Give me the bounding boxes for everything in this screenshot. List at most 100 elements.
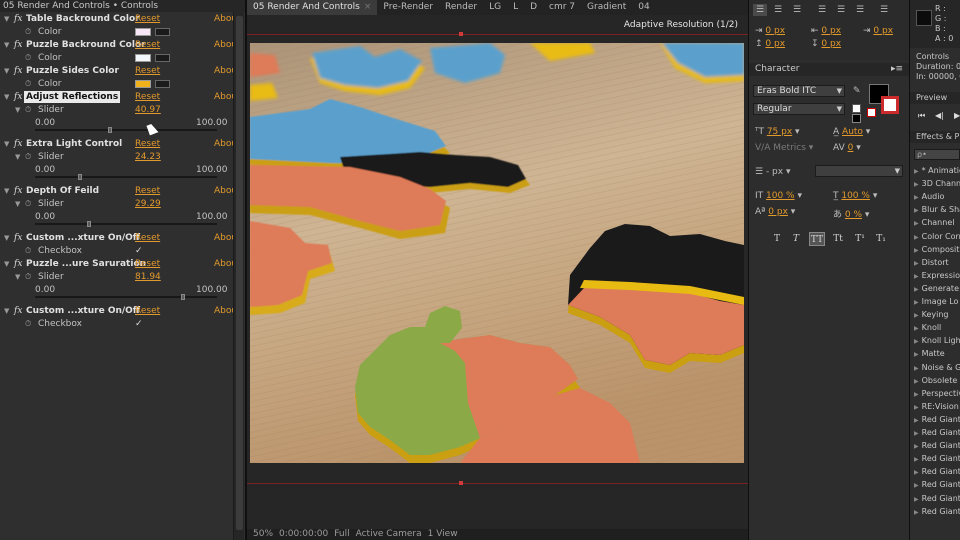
fx-toggle-icon[interactable]: fx [14, 39, 22, 51]
all-caps-button[interactable]: TT [809, 232, 825, 246]
eyedropper-icon[interactable] [155, 80, 170, 88]
expand-triangle-icon[interactable]: ▶ [914, 220, 919, 227]
slider-track[interactable] [35, 127, 217, 133]
expand-triangle-icon[interactable]: ▶ [914, 378, 919, 385]
reset-link[interactable]: Reset [135, 13, 160, 25]
expand-triangle-icon[interactable]: ▶ [914, 443, 919, 450]
color-swatch[interactable] [135, 54, 151, 62]
effect-header[interactable]: ▼ fx Puzzle ...ure Saruration Reset Abou [0, 258, 237, 270]
expand-triangle-icon[interactable]: ▶ [914, 312, 919, 319]
effects-category-item[interactable]: ▶ Knoll Ligh [914, 334, 960, 348]
expand-triangle-icon[interactable]: ▶ [914, 391, 919, 398]
justify-right-icon[interactable]: ☰ [853, 4, 867, 16]
composition-image[interactable] [250, 43, 744, 463]
fx-toggle-icon[interactable]: fx [14, 138, 22, 150]
fx-toggle-icon[interactable]: fx [14, 65, 22, 77]
reset-link[interactable]: Reset [135, 232, 160, 244]
slider-value[interactable]: 29.29 [135, 198, 161, 210]
stroke-color-swatch[interactable] [881, 96, 899, 114]
fx-toggle-icon[interactable]: fx [14, 13, 22, 25]
fx-toggle-icon[interactable]: fx [14, 305, 22, 317]
expand-triangle-icon[interactable]: ▼ [15, 271, 20, 283]
scrollbar-thumb[interactable] [236, 16, 243, 530]
color-swatch[interactable] [135, 80, 151, 88]
horizontal-scale-field[interactable]: T̲ 100 % ▾ [833, 191, 877, 201]
expand-triangle-icon[interactable]: ▶ [914, 365, 919, 372]
expand-triangle-icon[interactable]: ▼ [4, 138, 9, 150]
effects-category-item[interactable]: ▶ Red Giant [914, 439, 960, 453]
slider-thumb[interactable] [108, 127, 112, 133]
expand-triangle-icon[interactable]: ▼ [4, 91, 9, 103]
align-right-icon[interactable]: ☰ [790, 4, 804, 16]
effects-category-item[interactable]: ▶ Color Corr [914, 230, 960, 244]
black-swatch[interactable] [852, 114, 861, 123]
expand-triangle-icon[interactable]: ▼ [15, 198, 20, 210]
slider-thumb[interactable] [78, 174, 82, 180]
expand-triangle-icon[interactable]: ▼ [15, 151, 20, 163]
font-family-dropdown[interactable]: Eras Bold ITC ▼ [753, 85, 845, 97]
effects-category-item[interactable]: ▶ Red Giant [914, 465, 960, 479]
expand-triangle-icon[interactable]: ▶ [914, 247, 919, 254]
indent-left[interactable]: ⇥ 0 px [755, 26, 785, 36]
expand-triangle-icon[interactable]: ▶ [914, 509, 919, 516]
expand-triangle-icon[interactable]: ▼ [4, 39, 9, 51]
effects-category-item[interactable]: ▶ Distort [914, 256, 949, 270]
guide-handle-bottom[interactable] [459, 481, 463, 485]
tracking-field[interactable]: AV 0 ▾ [833, 143, 861, 153]
expand-triangle-icon[interactable]: ▶ [914, 286, 919, 293]
effects-category-item[interactable]: ▶ Expressio [914, 269, 960, 283]
expand-triangle-icon[interactable]: ▶ [914, 194, 919, 201]
justify-all-icon[interactable]: ☰ [877, 4, 891, 16]
tab-composition[interactable]: D [524, 0, 543, 15]
effect-header[interactable]: ▼ fx Custom ...xture On/Off Reset Abou [0, 305, 237, 317]
effects-category-item[interactable]: ▶ Red Giant [914, 426, 960, 440]
expand-triangle-icon[interactable]: ▶ [914, 181, 919, 188]
expand-triangle-icon[interactable]: ▼ [4, 185, 9, 197]
slider-track[interactable] [35, 294, 217, 300]
effects-category-item[interactable]: ▶ Obsolete [914, 374, 957, 388]
reset-link[interactable]: Reset [135, 305, 160, 317]
small-caps-button[interactable]: Tt [830, 232, 846, 246]
stroke-width-field[interactable]: ☰ - px ▾ [755, 167, 790, 177]
font-style-dropdown[interactable]: Regular ▼ [753, 103, 845, 115]
effects-category-item[interactable]: ▶ Red Giant [914, 492, 960, 506]
reset-link[interactable]: Reset [135, 91, 160, 103]
stopwatch-icon[interactable]: ⏱ [25, 26, 31, 38]
viewer-control[interactable]: Active Camera [356, 529, 422, 539]
stopwatch-icon[interactable]: ⏱ [25, 151, 31, 163]
effects-category-item[interactable]: ▶ Image Lo [914, 295, 958, 309]
effect-header[interactable]: ▼ fx Puzzle Sides Color Reset Abou [0, 65, 237, 77]
stopwatch-icon[interactable]: ⏱ [25, 245, 31, 257]
slider-value[interactable]: 81.94 [135, 271, 161, 283]
tab-composition[interactable]: Gradient [581, 0, 632, 15]
checkbox[interactable]: ✓ [135, 245, 143, 257]
tab-composition[interactable]: L [507, 0, 524, 15]
expand-triangle-icon[interactable]: ▶ [914, 496, 919, 503]
no-color-swatch[interactable] [867, 108, 876, 117]
effects-search-input[interactable]: ρ• [914, 149, 960, 160]
play-icon[interactable]: ▶ [954, 111, 960, 120]
expand-triangle-icon[interactable]: ▼ [4, 305, 9, 317]
slider-value[interactable]: 24.23 [135, 151, 161, 163]
effect-header[interactable]: ▼ fx Depth Of Feild Reset Abou [0, 185, 237, 197]
expand-triangle-icon[interactable]: ▶ [914, 273, 919, 280]
expand-triangle-icon[interactable]: ▼ [15, 104, 20, 116]
faux-bold-button[interactable]: T [769, 232, 785, 246]
effects-category-item[interactable]: ▶ Audio [914, 190, 944, 204]
align-left-icon[interactable]: ☰ [753, 4, 767, 16]
effects-category-item[interactable]: ▶ Channel [914, 216, 954, 230]
justify-center-icon[interactable]: ☰ [834, 4, 848, 16]
baseline-shift-field[interactable]: Aª 0 px ▾ [755, 207, 795, 217]
align-center-icon[interactable]: ☰ [771, 4, 785, 16]
tsume-field[interactable]: あ 0 % ▾ [833, 207, 869, 220]
slider-thumb[interactable] [181, 294, 185, 300]
tab-composition[interactable]: Render [439, 0, 483, 15]
eyedropper-icon[interactable] [155, 28, 170, 36]
scrollbar[interactable] [233, 12, 244, 540]
expand-triangle-icon[interactable]: ▼ [4, 13, 9, 25]
expand-triangle-icon[interactable]: ▶ [914, 404, 919, 411]
viewer-control[interactable]: Full [334, 529, 349, 539]
indent-right[interactable]: ⇤ 0 px [811, 26, 841, 36]
effects-category-item[interactable]: ▶ Red Giant [914, 478, 960, 492]
tab-composition[interactable]: LG [483, 0, 507, 15]
